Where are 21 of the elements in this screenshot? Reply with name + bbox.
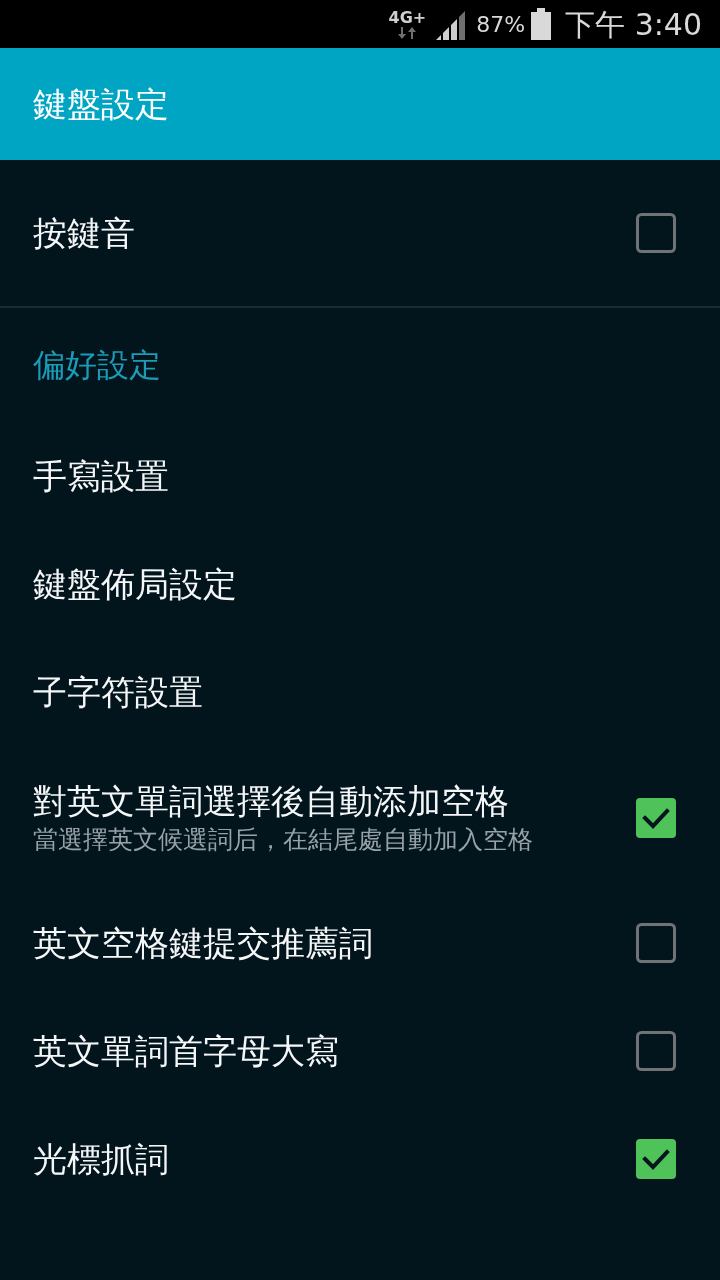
network-type: 4G+ [388,9,427,27]
setting-title: 鍵盤佈局設定 [33,563,237,606]
setting-title: 手寫設置 [33,455,169,498]
checkbox[interactable] [636,1031,676,1071]
checkbox[interactable] [636,213,676,253]
battery-percent: 87% [476,10,526,39]
setting-title: 對英文單詞選擇後自動添加空格 [33,779,510,823]
setting-title: 英文單詞首字母大寫 [33,1030,339,1073]
setting-title: 光標抓詞 [33,1138,169,1180]
category-header: 偏好設定 [33,345,161,386]
setting-title: 按鍵音 [33,212,135,255]
setting-title: 英文空格鍵提交推薦詞 [33,922,373,965]
setting-title: 子字符設置 [33,671,203,714]
app-bar-title: 鍵盤設定 [33,82,169,126]
checkbox[interactable] [636,797,676,838]
data-arrows-icon [397,27,418,39]
setting-summary: 當選擇英文候選詞后，在結尾處自動加入空格 [33,823,533,856]
checkbox[interactable] [636,1139,676,1179]
checkbox[interactable] [636,923,676,963]
clock: 下午 3:40 [565,5,702,44]
battery-icon [531,8,552,40]
